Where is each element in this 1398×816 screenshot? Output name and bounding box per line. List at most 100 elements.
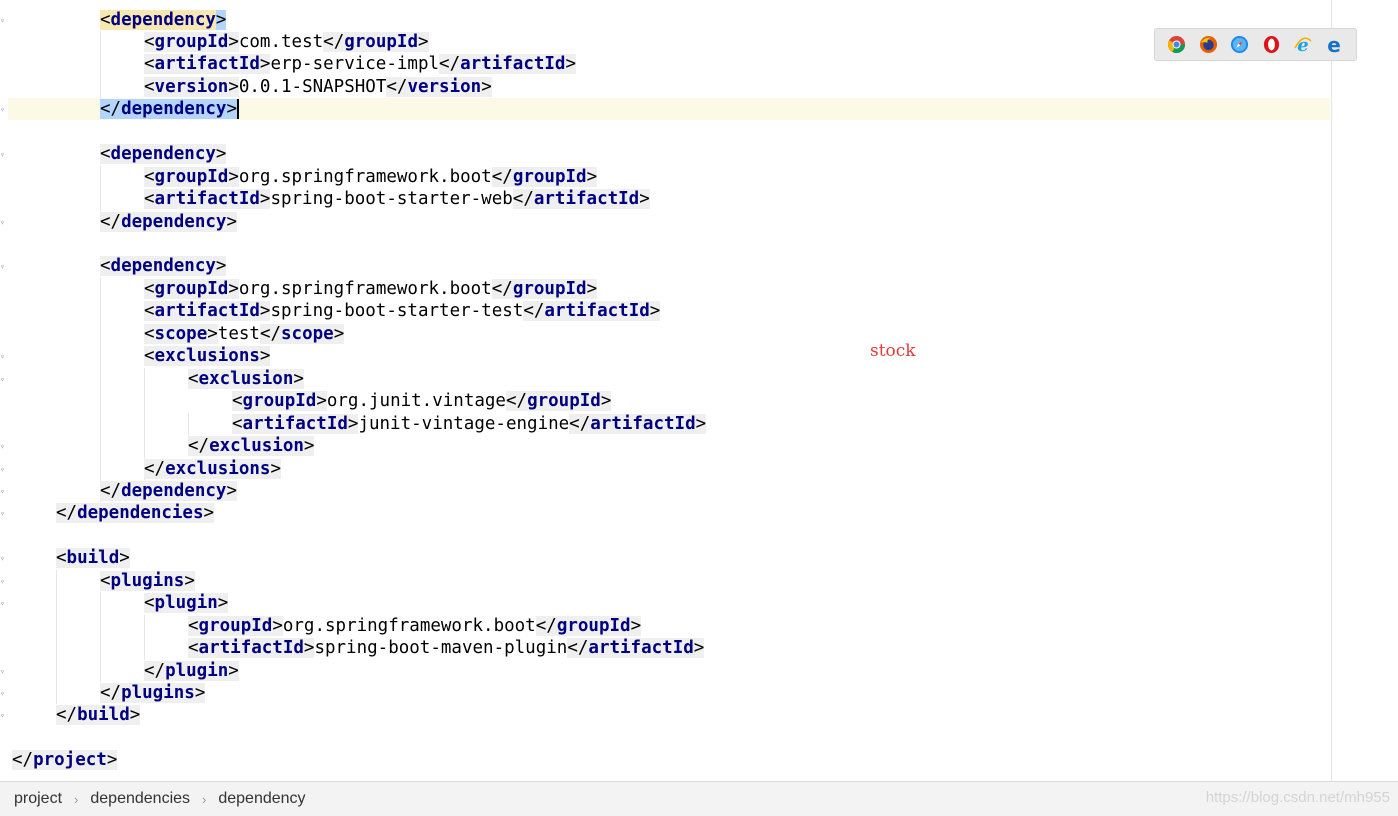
- xml-tag: </dependency>: [100, 99, 237, 120]
- xml-tag: </project>: [12, 750, 118, 771]
- watermark: https://blog.csdn.net/mh955: [1205, 789, 1390, 806]
- xml-tag: </groupId>: [491, 166, 598, 187]
- error-stripe[interactable]: [1388, 0, 1398, 781]
- svg-text:e: e: [1327, 35, 1341, 55]
- xml-text-value: spring-boot-maven-plugin: [314, 638, 568, 659]
- xml-tag: </plugins>: [100, 683, 206, 703]
- right-margin-guide: [1331, 0, 1332, 781]
- xml-tag: </artifactId>: [439, 54, 577, 75]
- xml-tag: <artifactId>: [144, 189, 271, 210]
- xml-tag: <exclusions>: [144, 346, 271, 367]
- stock-annotation: stock: [870, 341, 916, 361]
- xml-tag: <artifactId>: [144, 54, 271, 75]
- fold-icon[interactable]: ▿: [0, 442, 7, 451]
- xml-tag: <plugin>: [144, 593, 229, 614]
- xml-tag: </artifactId>: [512, 189, 650, 210]
- xml-tag: <exclusion>: [188, 368, 304, 389]
- xml-tag: </scope>: [259, 323, 345, 344]
- fold-icon[interactable]: ▿: [0, 150, 7, 159]
- xml-tag: </dependencies>: [56, 503, 215, 524]
- xml-tag: </artifactId>: [567, 638, 705, 659]
- fold-icon[interactable]: ▿: [0, 554, 7, 563]
- xml-tag: <groupId>: [232, 391, 327, 412]
- xml-tag: </dependency>: [100, 211, 237, 232]
- xml-text-value: erp-service-impl: [270, 54, 440, 75]
- firefox-icon[interactable]: [1198, 35, 1218, 55]
- safari-icon[interactable]: [1230, 35, 1250, 55]
- xml-text-value: test: [217, 323, 260, 344]
- xml-text-value: junit-vintage-engine: [358, 413, 570, 434]
- fold-icon[interactable]: ▿: [0, 667, 7, 676]
- xml-tag: <groupId>: [144, 166, 239, 187]
- browser-preview-toolbar: e e: [1154, 28, 1357, 61]
- fold-icon[interactable]: ▿: [0, 218, 7, 227]
- indent-guide: [144, 614, 145, 660]
- xml-text-value: org.springframework.boot: [238, 166, 492, 187]
- xml-tag: <artifactId>: [232, 413, 359, 434]
- xml-tag: <version>: [144, 76, 239, 97]
- breadcrumb-item-dependencies[interactable]: dependencies: [90, 790, 190, 808]
- xml-tag: <artifactId>: [188, 638, 315, 659]
- xml-tag: </build>: [56, 705, 141, 726]
- fold-icon[interactable]: ▿: [0, 711, 7, 720]
- xml-tag: <groupId>: [188, 615, 283, 636]
- xml-tag: </artifactId>: [523, 301, 661, 322]
- internet-explorer-icon[interactable]: e: [1293, 35, 1313, 55]
- xml-text-value: org.springframework.boot: [238, 278, 492, 299]
- text-caret: [236, 99, 239, 120]
- xml-tag: </groupId>: [535, 615, 642, 636]
- xml-text-value: com.test: [238, 31, 324, 52]
- fold-icon[interactable]: ▿: [0, 352, 7, 361]
- xml-tag: </plugin>: [144, 660, 239, 681]
- fold-icon[interactable]: ▿: [0, 465, 7, 474]
- indent-guide: [56, 569, 57, 705]
- fold-icon[interactable]: ▿: [0, 16, 7, 25]
- xml-tag: <dependency>: [100, 144, 227, 165]
- xml-tag: </groupId>: [491, 278, 598, 299]
- xml-tag: <build>: [56, 548, 130, 569]
- code-editor[interactable]: ▿ ▿ ▿ ▿ ▿ ▿ ▿ ▿ ▿ ▿ ▿ ▿ ▿ ▿ ▿ ▿ ▿ <dependency> <groupId>c…: [0, 0, 1398, 781]
- xml-text-value: 0.0.1-SNAPSHOT: [238, 76, 387, 97]
- code-line[interactable]: </dependency>: [8, 98, 1330, 121]
- fold-icon[interactable]: ▿: [0, 105, 7, 114]
- fold-icon[interactable]: ▿: [0, 689, 7, 698]
- xml-text-value: spring-boot-starter-test: [270, 301, 524, 322]
- breadcrumb-item-project[interactable]: project: [14, 790, 62, 808]
- breadcrumb: project › dependencies › dependency: [0, 781, 1398, 816]
- opera-icon[interactable]: [1261, 35, 1281, 55]
- indent-guide: [100, 165, 101, 211]
- xml-tag: </groupId>: [323, 31, 429, 52]
- xml-text-value: org.junit.vintage: [326, 391, 506, 412]
- fold-icon[interactable]: ▿: [0, 262, 7, 271]
- xml-tag: </groupId>: [505, 391, 612, 412]
- indent-guide: [100, 277, 101, 503]
- chrome-icon[interactable]: [1167, 35, 1187, 55]
- xml-tag: <dependency>: [100, 9, 227, 30]
- fold-icon[interactable]: ▿: [0, 375, 7, 384]
- breadcrumb-item-dependency[interactable]: dependency: [218, 790, 305, 808]
- fold-icon[interactable]: ▿: [0, 509, 7, 518]
- indent-guide: [100, 30, 101, 99]
- xml-tag: <groupId>: [144, 31, 239, 52]
- xml-tag: <scope>: [144, 323, 218, 344]
- xml-tag: </version>: [386, 76, 492, 97]
- fold-gutter: ▿ ▿ ▿ ▿ ▿ ▿ ▿ ▿ ▿ ▿ ▿ ▿ ▿ ▿ ▿ ▿ ▿: [0, 0, 8, 781]
- xml-tag: <artifactId>: [144, 301, 271, 322]
- fold-icon[interactable]: ▿: [0, 577, 7, 586]
- edge-icon[interactable]: e: [1324, 35, 1344, 55]
- xml-text-value: org.springframework.boot: [282, 615, 536, 636]
- xml-tag: </artifactId>: [569, 413, 707, 434]
- chevron-right-icon: ›: [74, 791, 79, 807]
- fold-icon[interactable]: ▿: [0, 599, 7, 608]
- xml-tag: <dependency>: [100, 256, 227, 277]
- fold-icon[interactable]: ▿: [0, 487, 7, 496]
- xml-tag: </dependency>: [100, 480, 237, 501]
- xml-tag: </exclusion>: [188, 436, 315, 457]
- xml-text-value: spring-boot-starter-web: [270, 189, 513, 210]
- indent-guide: [100, 592, 101, 682]
- xml-tag: <groupId>: [144, 278, 239, 299]
- chevron-right-icon: ›: [202, 791, 207, 807]
- indent-guide: [188, 412, 189, 436]
- xml-tag: <plugins>: [100, 570, 195, 591]
- xml-tag: </exclusions>: [144, 458, 281, 479]
